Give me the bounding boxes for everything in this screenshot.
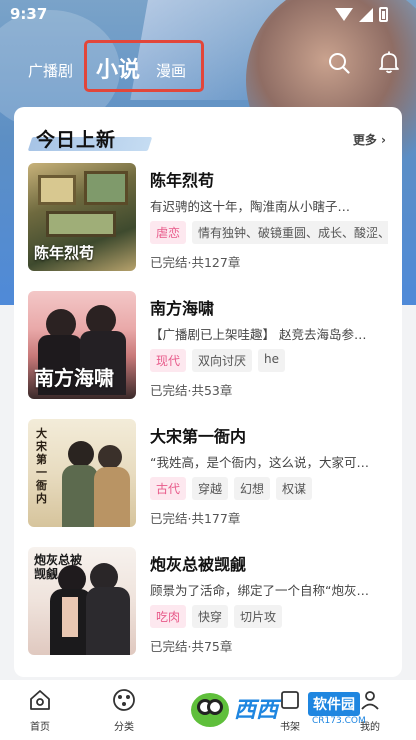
category-icon bbox=[113, 689, 135, 711]
tag[interactable]: 现代 bbox=[150, 349, 187, 372]
signal-icon bbox=[359, 7, 373, 22]
frog-logo-icon bbox=[188, 690, 232, 730]
book-description: 顾景为了活命，绑定了一个自称“炮灰… bbox=[150, 583, 369, 598]
more-label: 更多 bbox=[352, 133, 377, 147]
tag[interactable]: 幻想 bbox=[234, 477, 271, 500]
status-bar: 9:37 bbox=[0, 0, 416, 30]
top-navigation: 广播剧 小说 漫画 bbox=[0, 38, 416, 94]
book-cover[interactable]: 大宋第一衙内 bbox=[28, 419, 136, 527]
book-item[interactable]: 大宋第一衙内 大宋第一衙内 “我姓高，是个衙内，这么说，大家可… 古代 穿越 幻… bbox=[28, 419, 388, 529]
cover-title: 大宋第一衙内 bbox=[36, 427, 47, 505]
more-link[interactable]: 更多 › bbox=[353, 131, 386, 148]
cover-title: 炮灰总被觊觎 bbox=[34, 553, 83, 581]
tag[interactable]: 情有独钟、破镜重圆、成长、酸涩、 bbox=[192, 221, 388, 244]
nav-home-label: 首页 bbox=[30, 722, 50, 733]
battery-icon bbox=[379, 7, 388, 22]
watermark-url: CR173.COM bbox=[312, 716, 366, 726]
book-description: 有迟骋的这十年，陶淮南从小瞎子… bbox=[150, 199, 351, 214]
cover-title: 陈年烈苟 bbox=[34, 244, 95, 262]
book-tags: 古代 穿越 幻想 权谋 bbox=[150, 477, 388, 500]
book-status: 已完结·共75章 bbox=[150, 639, 233, 654]
watermark-badge: 软件园 bbox=[308, 692, 360, 716]
nav-category-label: 分类 bbox=[114, 722, 134, 733]
section-title: 今日上新 bbox=[36, 129, 117, 151]
tag[interactable]: 古代 bbox=[150, 477, 187, 500]
watermark-logo: 西西 软件园 CR173.COM bbox=[188, 688, 400, 734]
new-releases-card: 今日上新 更多 › 陈年烈苟 陈年烈苟 有迟骋的这十年，陶淮南从小瞎子… 虐恋 … bbox=[14, 107, 402, 677]
book-title[interactable]: 陈年烈苟 bbox=[150, 167, 214, 191]
watermark-brand: 西西 bbox=[234, 698, 279, 723]
book-status: 已完结·共177章 bbox=[150, 511, 241, 526]
book-item[interactable]: 陈年烈苟 陈年烈苟 有迟骋的这十年，陶淮南从小瞎子… 虐恋 情有独钟、破镜重圆、… bbox=[28, 163, 388, 273]
book-title[interactable]: 炮灰总被觊觎 bbox=[150, 551, 246, 575]
tag[interactable]: 切片攻 bbox=[234, 605, 283, 628]
search-icon[interactable] bbox=[328, 52, 350, 74]
book-title[interactable]: 南方海啸 bbox=[150, 295, 214, 319]
book-status: 已完结·共127章 bbox=[150, 255, 241, 270]
book-tags: 吃肉 快穿 切片攻 bbox=[150, 605, 388, 628]
status-icons bbox=[335, 7, 388, 22]
tag[interactable]: 虐恋 bbox=[150, 221, 187, 244]
home-icon bbox=[30, 690, 50, 710]
tag[interactable]: 吃肉 bbox=[150, 605, 187, 628]
tag[interactable]: 穿越 bbox=[192, 477, 229, 500]
tag[interactable]: 双向讨厌 bbox=[192, 349, 253, 372]
book-description: 【广播剧已上架哇趣】 赵竞去海岛参… bbox=[150, 327, 367, 342]
wifi-icon bbox=[335, 7, 353, 22]
highlight-annotation-box bbox=[84, 40, 204, 92]
tab-radio-drama[interactable]: 广播剧 bbox=[28, 60, 73, 81]
book-item[interactable]: 南方海啸 南方海啸 【广播剧已上架哇趣】 赵竞去海岛参… 现代 双向讨厌 he … bbox=[28, 291, 388, 401]
book-description: “我姓高，是个衙内，这么说，大家可… bbox=[150, 455, 369, 470]
section-header: 今日上新 更多 › bbox=[14, 107, 402, 159]
nav-category[interactable]: 分类 bbox=[104, 688, 144, 733]
status-time: 9:37 bbox=[10, 5, 48, 23]
book-item[interactable]: 炮灰总被觊觎 炮灰总被觊觎 顾景为了活命，绑定了一个自称“炮灰… 吃肉 快穿 切… bbox=[28, 547, 388, 657]
book-cover[interactable]: 炮灰总被觊觎 bbox=[28, 547, 136, 655]
book-cover[interactable]: 南方海啸 bbox=[28, 291, 136, 399]
bell-icon[interactable] bbox=[378, 50, 400, 74]
book-tags: 虐恋 情有独钟、破镜重圆、成长、酸涩、 bbox=[150, 221, 388, 244]
cover-title: 南方海啸 bbox=[34, 366, 114, 390]
book-tags: 现代 双向讨厌 he bbox=[150, 349, 388, 372]
tag[interactable]: 快穿 bbox=[192, 605, 229, 628]
tag[interactable]: he bbox=[258, 349, 286, 372]
book-status: 已完结·共53章 bbox=[150, 383, 233, 398]
book-title[interactable]: 大宋第一衙内 bbox=[150, 423, 246, 447]
nav-home[interactable]: 首页 bbox=[20, 688, 60, 733]
book-cover[interactable]: 陈年烈苟 bbox=[28, 163, 136, 271]
tag[interactable]: 权谋 bbox=[276, 477, 313, 500]
